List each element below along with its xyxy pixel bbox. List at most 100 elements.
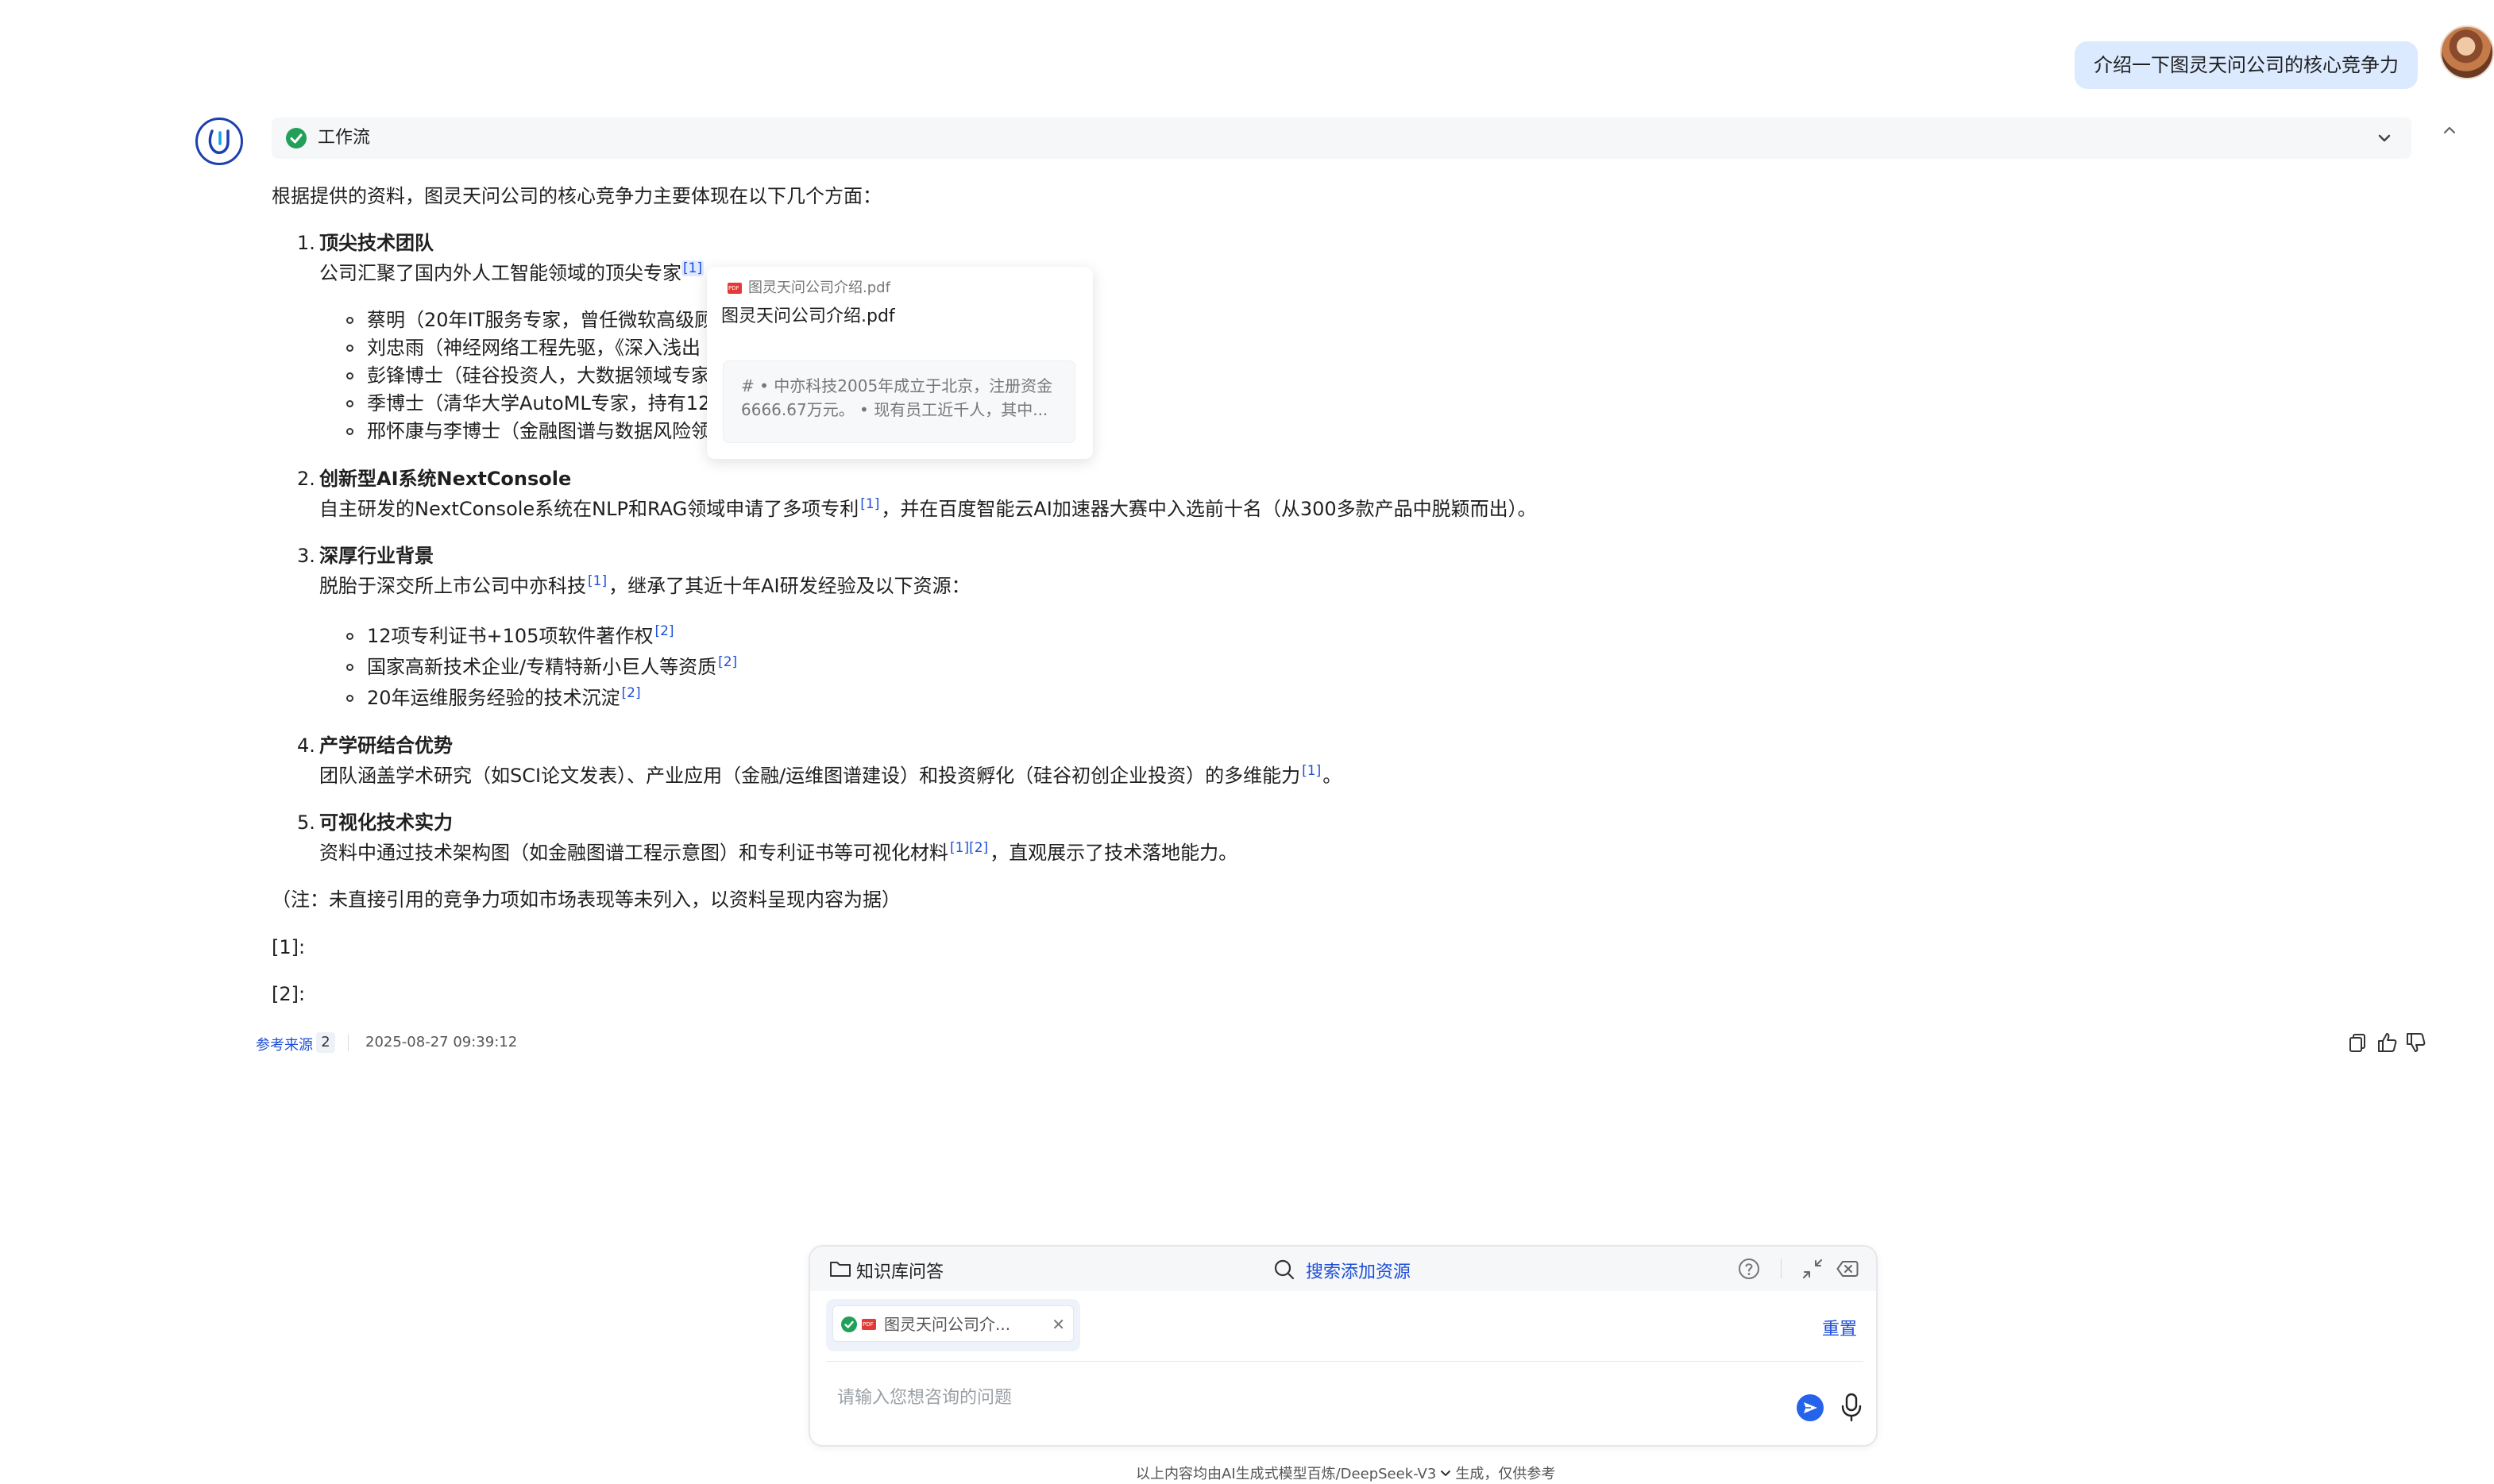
bullet-marker — [346, 633, 353, 640]
search-icon[interactable] — [1272, 1258, 1296, 1285]
section-number: 4. — [297, 734, 315, 757]
footer-disclaimer: 以上内容均由AI生成式模型百炼/DeepSeek-V3 生成，仅供参考 — [1136, 1463, 1555, 1483]
reset-button[interactable]: 重置 — [1822, 1315, 1857, 1340]
sources-count: 2 — [316, 1032, 335, 1053]
chevron-down-icon[interactable] — [2373, 127, 2396, 152]
reference-2: [2]: — [272, 983, 306, 1005]
send-button[interactable] — [1797, 1394, 1824, 1421]
help-icon[interactable] — [1736, 1256, 1762, 1285]
section-title: 创新型AI系统NextConsole — [319, 464, 571, 494]
question-input[interactable]: 请输入您想咨询的问题 — [837, 1383, 1012, 1409]
divider — [348, 1034, 349, 1051]
bullet-marker — [346, 400, 353, 407]
section-text-body: 团队涵盖学术研究（如SCI论文发表）、产业应用（金融/运维图谱建设）和投资孵化（… — [319, 765, 1301, 787]
user-message: 介绍一下图灵天问公司的核心竞争力 — [2075, 41, 2418, 89]
list-item: 国家高新技术企业/专精特新小巨人等资质 [2] — [367, 652, 739, 682]
mic-icon[interactable] — [1838, 1391, 1865, 1426]
close-icon[interactable] — [1835, 1256, 1860, 1285]
section-text-body: 公司汇聚了国内外人工智能领域的顶尖专家 — [319, 262, 681, 284]
divider — [1781, 1259, 1782, 1278]
section-text-body: ，继承了其近十年AI研发经验及以下资源： — [608, 575, 971, 597]
section-number: 3. — [297, 545, 315, 567]
minimize-icon[interactable] — [1800, 1256, 1825, 1285]
divider — [826, 1361, 1863, 1362]
thumbs-down-icon[interactable] — [2403, 1031, 2427, 1058]
copy-icon[interactable] — [2346, 1031, 2370, 1058]
section-text: 自主研发的NextConsole系统在NLP和RAG领域申请了多项专利 [1]，并… — [319, 494, 1537, 524]
list-item: 季博士（清华大学AutoML专家，持有12 — [367, 392, 711, 414]
citation-link[interactable]: [1] — [859, 496, 881, 512]
check-circle-icon — [841, 1316, 857, 1332]
citation-link[interactable]: [2] — [716, 654, 739, 670]
remove-file-icon[interactable]: ✕ — [1052, 1306, 1065, 1343]
section-title: 顶尖技术团队 — [319, 228, 434, 258]
bullet-marker — [346, 317, 353, 324]
list-item: 邢怀康与李博士（金融图谱与数据风险领 — [367, 420, 710, 442]
sources-link[interactable]: 参考来源 — [256, 1034, 313, 1054]
user-avatar[interactable] — [2440, 25, 2494, 79]
footer-suffix: 生成，仅供参考 — [1455, 1466, 1556, 1482]
thumbs-up-icon[interactable] — [2375, 1031, 2399, 1058]
workflow-bar[interactable]: 工作流 — [272, 118, 2411, 159]
assistant-logo — [195, 118, 243, 165]
search-resources-link[interactable]: 搜索添加资源 — [1306, 1258, 1411, 1283]
citation-link[interactable]: [1][2] — [948, 840, 990, 856]
section-number: 2. — [297, 468, 315, 490]
section-text-body: 自主研发的NextConsole系统在NLP和RAG领域申请了多项专利 — [319, 498, 859, 520]
bullet-marker — [346, 428, 353, 435]
section-text-body: 资料中通过技术架构图（如金融图谱工程示意图）和专利证书等可视化材料 — [319, 842, 948, 864]
answer-note: （注：未直接引用的竞争力项如市场表现等未列入，以资料呈现内容为据） — [272, 888, 901, 911]
section-title: 可视化技术实力 — [319, 808, 453, 838]
list-item-text: 国家高新技术企业/专精特新小巨人等资质 — [367, 656, 717, 678]
list-item: 12项专利证书+105项软件著作权 [2] — [367, 621, 676, 651]
bullet-marker — [346, 372, 353, 380]
file-chip-name: 图灵天问公司介... — [884, 1315, 1011, 1334]
citation-link[interactable]: [2] — [653, 623, 675, 639]
citation-link[interactable]: [1] — [586, 573, 608, 589]
knowledge-base-label[interactable]: 知识库问答 — [856, 1258, 944, 1283]
chevron-up-icon[interactable] — [2438, 119, 2461, 145]
section-text: 公司汇聚了国内外人工智能领域的顶尖专家 [1] — [319, 258, 705, 288]
list-item: 刘忠雨（神经网络工程先驱，《深入浅出 — [367, 337, 701, 359]
popover-title[interactable]: 图灵天问公司介绍.pdf — [721, 302, 895, 327]
section-text-body: ，并在百度智能云AI加速器大赛中入选前十名（从300多款产品中脱颖而出）。 — [881, 498, 1537, 520]
section-title-text: 顶尖技术团队 — [319, 232, 434, 254]
chevron-down-icon[interactable] — [1439, 1467, 1452, 1483]
list-item: 蔡明（20年IT服务专家，曾任微软高级顾 — [367, 309, 714, 331]
citation-link[interactable]: [1] — [1300, 763, 1322, 779]
section-text-body: 脱胎于深交所上市公司中亦科技 — [319, 575, 586, 597]
reference-1: [1]: — [272, 936, 306, 958]
pdf-icon — [862, 1319, 876, 1330]
section-text: 资料中通过技术架构图（如金融图谱工程示意图）和专利证书等可视化材料 [1][2]，… — [319, 838, 1237, 868]
section-title-text: 产学研结合优势 — [319, 734, 453, 757]
list-item: 彭锋博士（硅谷投资人，大数据领域专家 — [367, 364, 710, 387]
section-title-text: 创新型AI系统NextConsole — [319, 468, 572, 490]
section-text: 脱胎于深交所上市公司中亦科技 [1]，继承了其近十年AI研发经验及以下资源： — [319, 571, 971, 601]
chat-input-panel: 知识库问答 搜索添加资源 图灵天问公司介... ✕ 重置 请输入您想咨询的问题 — [809, 1245, 1878, 1447]
popover-snippet: # • 中亦科技2005年成立于北京，注册资金6666.67万元。 • 现有员工… — [723, 360, 1075, 443]
file-chip[interactable]: 图灵天问公司介... ✕ — [832, 1305, 1074, 1342]
section-title: 深厚行业背景 — [319, 541, 434, 571]
list-item-text: 20年运维服务经验的技术沉淀 — [367, 687, 620, 709]
section-title-text: 可视化技术实力 — [319, 811, 453, 834]
citation-popover[interactable]: 图灵天问公司介绍.pdf 图灵天问公司介绍.pdf # • 中亦科技2005年成… — [707, 267, 1093, 459]
bullet-marker — [346, 345, 353, 352]
section-number: 5. — [297, 811, 315, 834]
timestamp: 2025-08-27 09:39:12 — [365, 1034, 518, 1050]
citation-link[interactable]: [2] — [620, 685, 643, 701]
section-text-body: ，直观展示了技术落地能力。 — [990, 842, 1238, 864]
section-text: 团队涵盖学术研究（如SCI论文发表）、产业应用（金融/运维图谱建设）和投资孵化（… — [319, 761, 1342, 791]
pdf-icon — [728, 283, 742, 294]
folder-icon[interactable] — [829, 1259, 851, 1282]
section-number: 1. — [297, 232, 315, 254]
attachment-area: 图灵天问公司介... ✕ — [826, 1299, 1080, 1351]
citation-link[interactable]: [1] — [681, 260, 705, 276]
footer-prefix: 以上内容均由AI生成式模型百炼/DeepSeek-V3 — [1136, 1466, 1437, 1482]
popover-source: 图灵天问公司介绍.pdf — [721, 276, 890, 297]
section-title: 产学研结合优势 — [319, 730, 453, 761]
list-item-text: 12项专利证书+105项软件著作权 — [367, 625, 654, 647]
bullet-marker — [346, 695, 353, 702]
bullet-marker — [346, 664, 353, 671]
workflow-label: 工作流 — [318, 128, 371, 148]
list-item: 20年运维服务经验的技术沉淀 [2] — [367, 683, 643, 713]
